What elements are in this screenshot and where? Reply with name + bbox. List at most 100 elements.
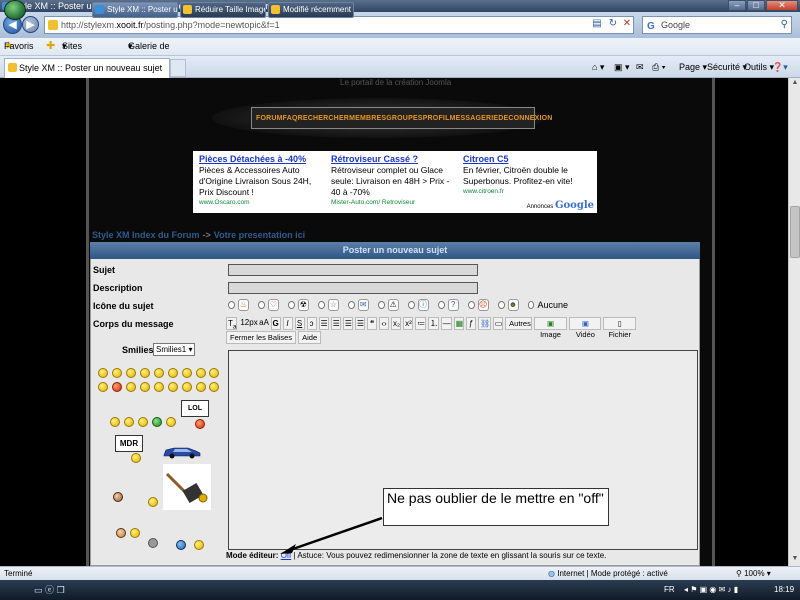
smilies-select[interactable]: Smilies1 ▾ xyxy=(153,343,195,356)
smiley-icon[interactable] xyxy=(168,382,178,392)
code-icon[interactable]: ‹› xyxy=(379,316,390,330)
scroll-up-icon[interactable]: ▲ xyxy=(790,79,800,89)
suggested-sites-link[interactable]: Sites suggérés ▾ xyxy=(62,38,99,68)
security-zone[interactable]: ◍ Internet | Mode protégé : activé xyxy=(548,567,668,580)
image-button[interactable]: ▣ Image xyxy=(533,316,568,339)
align-center-icon[interactable]: ☰ xyxy=(330,316,341,330)
smiley-icon[interactable] xyxy=(131,453,141,463)
align-left-icon[interactable]: ☰ xyxy=(318,316,329,330)
smiley-icon[interactable] xyxy=(195,419,205,429)
nav-membres[interactable]: MEMBRES xyxy=(349,115,386,122)
nav-profil[interactable]: PROFIL xyxy=(423,115,450,122)
gallery-link[interactable]: Galerie de composants ... ▾ xyxy=(128,38,177,85)
language-indicator[interactable]: FR xyxy=(664,580,675,600)
smiley-icon[interactable] xyxy=(148,538,158,548)
breadcrumb-index-link[interactable]: Style XM Index du Forum xyxy=(92,230,200,240)
close-tags-button[interactable]: Fermer les Balises xyxy=(226,331,297,344)
ad-item[interactable]: Rétroviseur Cassé ? Rétroviseur complet … xyxy=(331,154,457,206)
smiley-icon[interactable] xyxy=(154,368,164,378)
autres-button[interactable]: Autres xyxy=(505,316,532,330)
car-smiley[interactable] xyxy=(162,444,202,459)
font-size-select[interactable]: 12px xyxy=(239,317,257,330)
smiley-icon[interactable] xyxy=(182,382,192,392)
smiley-icon[interactable] xyxy=(98,382,108,392)
nav-forum[interactable]: FORUM xyxy=(256,115,283,122)
smiley-icon[interactable] xyxy=(176,540,186,550)
nav-groupes[interactable]: GROUPES xyxy=(386,115,422,122)
smiley-icon[interactable] xyxy=(196,368,206,378)
smiley-icon[interactable] xyxy=(148,497,158,507)
smiley-icon[interactable] xyxy=(116,528,126,538)
tools-menu[interactable]: Outils ▾ xyxy=(744,60,774,74)
bold-button[interactable]: G xyxy=(270,316,281,330)
italic-button[interactable]: I xyxy=(282,316,293,330)
ad-item[interactable]: Citroen C5 En février, Citroën double le… xyxy=(463,154,589,195)
smiley-icon[interactable] xyxy=(126,382,136,392)
ad-item[interactable]: Pièces Détachées à -40% Pièces & Accesso… xyxy=(199,154,325,206)
smiley-icon[interactable] xyxy=(140,382,150,392)
scroll-down-icon[interactable]: ▼ xyxy=(790,555,800,565)
help-button[interactable]: Aide xyxy=(298,331,322,344)
forward-button[interactable]: ▶ xyxy=(22,16,39,33)
smiley-icon[interactable] xyxy=(140,368,150,378)
icon-radio[interactable] xyxy=(407,301,415,309)
start-button[interactable] xyxy=(4,0,26,20)
smiley-icon[interactable] xyxy=(209,368,219,378)
description-input[interactable] xyxy=(228,282,478,294)
subject-input[interactable] xyxy=(228,264,478,276)
minimize-button[interactable]: – xyxy=(728,0,746,11)
icon-radio-none[interactable] xyxy=(527,301,535,309)
justify-icon[interactable]: ☰ xyxy=(354,316,366,330)
align-right-icon[interactable]: ☰ xyxy=(342,316,353,330)
stop-icon[interactable]: ✕ xyxy=(620,17,634,31)
font-color-icon[interactable]: aA xyxy=(258,317,269,330)
smiley-icon[interactable] xyxy=(112,382,122,392)
icon-radio[interactable] xyxy=(497,301,505,309)
breadcrumb-forum-link[interactable]: Votre presentation ici xyxy=(214,230,305,240)
mdr-sign-smiley[interactable]: MDR xyxy=(115,435,143,452)
icon-radio[interactable] xyxy=(287,301,295,309)
icon-radio[interactable] xyxy=(437,301,445,309)
security-menu[interactable]: Sécurité ▾ xyxy=(707,60,747,74)
nav-rechercher[interactable]: RECHERCHER xyxy=(298,115,349,122)
address-field[interactable]: http://stylexm.xooit.fr/posting.php?mode… xyxy=(44,16,634,34)
nav-deconnexion[interactable]: DECONNEXION xyxy=(498,115,552,122)
smiley-icon[interactable] xyxy=(110,417,120,427)
home-icon[interactable]: ⌂ ▾ xyxy=(592,60,604,74)
smiley-icon[interactable] xyxy=(152,417,162,427)
clock[interactable]: 18:19 xyxy=(774,580,794,600)
flash-icon[interactable]: ƒ xyxy=(466,316,477,330)
scroll-thumb[interactable] xyxy=(790,206,800,258)
bullet-list-icon[interactable]: ≔ xyxy=(415,316,426,330)
new-tab-button[interactable] xyxy=(170,59,186,77)
nav-faq[interactable]: FAQ xyxy=(283,115,298,122)
hammer-smiley[interactable] xyxy=(163,464,211,510)
email-link-icon[interactable]: ▭ xyxy=(492,316,504,330)
smiley-icon[interactable] xyxy=(154,382,164,392)
help-icon[interactable]: ❓▾ xyxy=(772,60,788,74)
icon-radio[interactable] xyxy=(257,301,265,309)
smiley-icon[interactable] xyxy=(98,368,108,378)
ads-by-google-label[interactable]: Annonces Google xyxy=(527,200,594,211)
taskbar-item-ie[interactable]: Style XM :: Poster u... xyxy=(92,2,178,18)
table-icon[interactable]: ▦ xyxy=(453,316,465,330)
smiley-icon[interactable] xyxy=(166,417,176,427)
strikethrough-icon[interactable]: ↄ xyxy=(306,316,317,330)
maximize-button[interactable]: □ xyxy=(747,0,765,11)
taskbar-item-paint[interactable]: Réduire Taille Image... xyxy=(180,2,266,18)
ie-quicklaunch-icon[interactable]: ⓔ xyxy=(45,585,54,595)
print-icon[interactable]: ⎙ ▾ xyxy=(652,60,665,74)
quote-icon[interactable]: ❝ xyxy=(367,316,378,330)
smiley-icon[interactable] xyxy=(124,417,134,427)
mail-icon[interactable]: ✉ xyxy=(636,60,644,74)
page-menu[interactable]: Page ▾ xyxy=(679,60,707,74)
icon-radio[interactable] xyxy=(317,301,325,309)
search-go-icon[interactable]: ⚲ xyxy=(781,17,788,33)
icon-radio[interactable] xyxy=(228,301,235,309)
smiley-icon[interactable] xyxy=(194,540,204,550)
underline-button[interactable]: S xyxy=(294,316,305,330)
tray-icons[interactable]: ◂ ⚑ ▣ ◉ ✉ ♪ ▮ xyxy=(684,580,738,600)
icon-radio[interactable] xyxy=(347,301,355,309)
add-favorite-icon[interactable]: ✚ xyxy=(46,38,55,55)
smiley-icon[interactable] xyxy=(209,382,219,392)
